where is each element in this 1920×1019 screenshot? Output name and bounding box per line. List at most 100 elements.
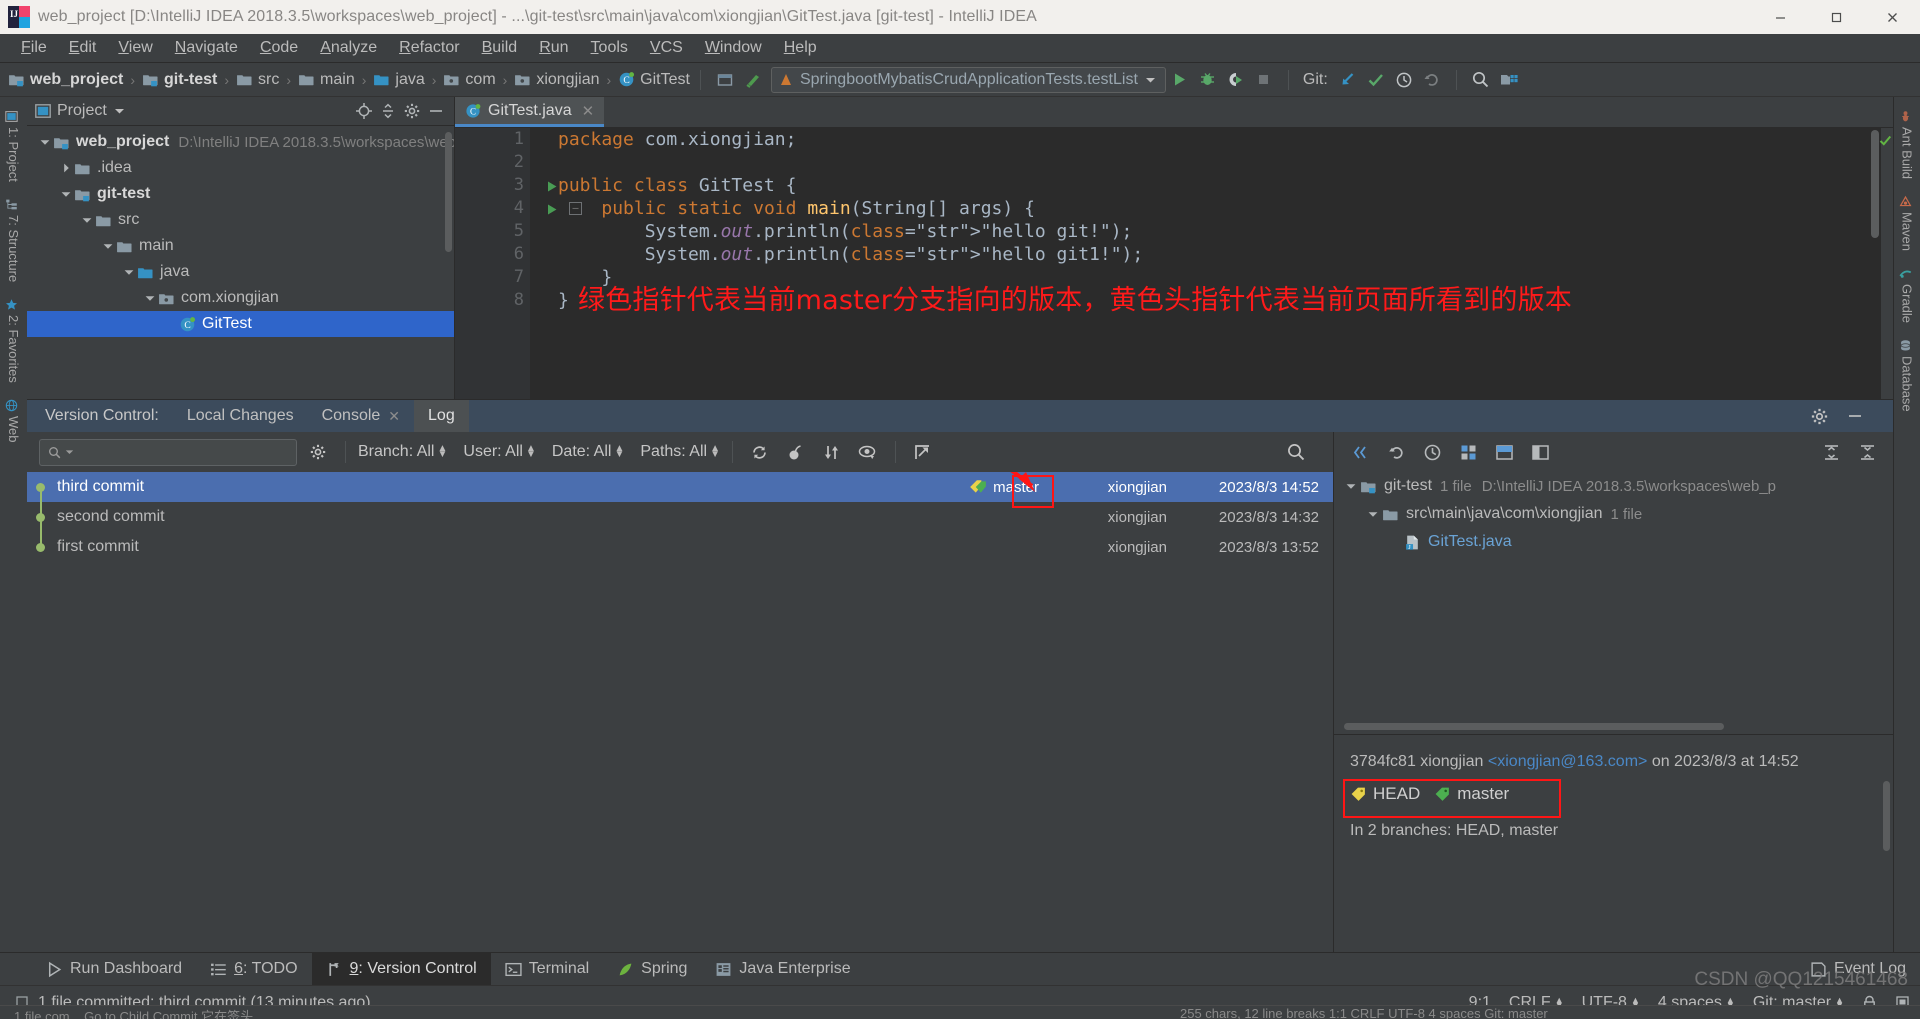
breadcrumb-src[interactable]: src <box>236 71 279 89</box>
project-tree-node[interactable]: src <box>27 207 454 233</box>
chevron-down-icon[interactable] <box>100 243 116 250</box>
commit-row[interactable]: second commit xiongjian 2023/8/3 14:32 <box>27 502 1333 532</box>
tool-window-event-log[interactable]: Event Log <box>1796 953 1920 985</box>
commit-row[interactable]: first commit xiongjian 2023/8/3 13:52 <box>27 532 1333 562</box>
log-filter-settings-button[interactable] <box>303 438 333 466</box>
build-hammer-button[interactable] <box>739 67 767 93</box>
editor-inspection-bar[interactable] <box>1879 128 1893 399</box>
revert-button[interactable] <box>1380 438 1412 466</box>
log-filter-date[interactable]: Date: All ▲ ▼ <box>552 443 625 461</box>
split-horizontal-button[interactable] <box>1488 438 1520 466</box>
breadcrumb-java[interactable]: java <box>373 71 425 89</box>
close-icon[interactable]: ✕ <box>388 408 400 425</box>
menu-item-view[interactable]: View <box>107 36 163 60</box>
close-button[interactable] <box>1864 0 1920 34</box>
gutter-line[interactable]: 6 <box>455 243 530 266</box>
changed-file-node[interactable]: src\main\java\com\xiongjian 1 file <box>1334 500 1893 528</box>
project-tree-node[interactable]: web_project D:\IntelliJ IDEA 2018.3.5\wor… <box>27 129 454 155</box>
menu-item-navigate[interactable]: Navigate <box>164 36 249 60</box>
show-details-button[interactable] <box>853 438 883 466</box>
branch-tag-icon[interactable] <box>969 478 987 496</box>
changed-files-tree[interactable]: git-test 1 file D:\IntelliJ IDEA 2018.3.5\… <box>1334 472 1893 734</box>
stop-button[interactable] <box>1250 67 1278 93</box>
vcs-tab-log[interactable]: Log <box>414 400 469 432</box>
open-in-editor-button[interactable] <box>908 438 938 466</box>
breadcrumb-xiongjian[interactable]: xiongjian <box>514 71 599 89</box>
gutter-line[interactable]: 3 <box>455 174 557 197</box>
project-tree-node[interactable]: C GitTest <box>27 311 454 337</box>
tool-window-terminal[interactable]: Terminal <box>491 953 603 985</box>
chevron-down-icon[interactable] <box>58 191 74 198</box>
code-content[interactable]: package com.xiongjian; public class GitT… <box>530 128 1881 399</box>
refresh-log-button[interactable] <box>745 438 775 466</box>
tool-strip-maven[interactable]: Maven <box>1895 188 1920 258</box>
tool-strip-2-favorites[interactable]: 2: Favorites <box>1 291 26 390</box>
menu-item-edit[interactable]: Edit <box>58 36 108 60</box>
restore-layout-button[interactable] <box>711 67 739 93</box>
project-tree[interactable]: web_project D:\IntelliJ IDEA 2018.3.5\wor… <box>27 126 454 399</box>
breadcrumb-gittest[interactable]: C GitTest <box>618 71 690 89</box>
commit-email[interactable]: <xiongjian@163.com> <box>1488 753 1647 770</box>
tool-window-6-todo[interactable]: 6: TODO <box>196 953 311 985</box>
gutter-line[interactable]: 5 <box>455 220 530 243</box>
editor-scrollbar[interactable] <box>1871 130 1879 238</box>
gutter-line[interactable]: 7 <box>455 266 530 289</box>
tool-strip-database[interactable]: Database <box>1895 332 1920 419</box>
git-commit-button[interactable] <box>1362 67 1390 93</box>
code-line[interactable] <box>558 151 1881 174</box>
close-icon[interactable]: ✕ <box>582 102 595 120</box>
code-line[interactable]: package com.xiongjian; <box>558 128 1881 151</box>
project-tree-node[interactable]: java <box>27 259 454 285</box>
minimize-button[interactable] <box>1752 0 1808 34</box>
gutter-line[interactable]: 2 <box>455 151 530 174</box>
vcs-tab-console[interactable]: Console ✕ <box>308 400 414 432</box>
maximize-button[interactable] <box>1808 0 1864 34</box>
code-line[interactable]: System.out.println(class="str">"hello gi… <box>558 243 1881 266</box>
log-filter-user[interactable]: User: All ▲ ▼ <box>463 443 535 461</box>
log-search-input[interactable] <box>39 438 297 466</box>
log-filter-branch[interactable]: Branch: All ▲ ▼ <box>358 443 447 461</box>
changed-files-hscrollbar[interactable] <box>1344 723 1724 730</box>
chevron-down-icon[interactable] <box>142 295 158 302</box>
code-editor[interactable]: 1 2 3 4–5 6 7 8 package com.xiongjian; public … <box>455 128 1893 399</box>
chevron-down-icon[interactable] <box>1364 505 1382 523</box>
code-line[interactable]: System.out.println(class="str">"hello gi… <box>558 220 1881 243</box>
breadcrumb-com[interactable]: com <box>443 71 496 89</box>
settings-gear-button[interactable] <box>400 99 424 123</box>
file-history-button[interactable] <box>1416 438 1448 466</box>
gutter-line[interactable]: 8 <box>455 289 530 312</box>
project-structure-button[interactable] <box>1495 67 1523 93</box>
code-line[interactable]: public static void main(String[] args) { <box>558 197 1881 220</box>
collapse-diff-button[interactable] <box>1344 438 1376 466</box>
editor-tab-gittest[interactable]: C GitTest.java ✕ <box>455 97 605 127</box>
tool-window-9-version-control[interactable]: 9: Version Control <box>311 953 491 985</box>
tool-strip-ant-build[interactable]: Ant Build <box>1895 103 1920 186</box>
collapse-all-detail-button[interactable] <box>1851 438 1883 466</box>
menu-item-help[interactable]: Help <box>773 36 828 60</box>
tool-strip-7-structure[interactable]: 7: Structure <box>1 191 26 289</box>
run-configuration-selector[interactable]: SpringbootMybatisCrudApplicationTests.te… <box>770 66 1166 93</box>
locate-file-button[interactable] <box>352 99 376 123</box>
menu-item-tools[interactable]: Tools <box>580 36 639 60</box>
gutter-line[interactable]: 4– <box>455 197 582 220</box>
group-by-directory-button[interactable] <box>1452 438 1484 466</box>
editor-gutter[interactable]: 1 2 3 4–5 6 7 8 <box>455 128 582 399</box>
chevron-down-icon[interactable] <box>121 269 137 276</box>
split-vertical-button[interactable] <box>1524 438 1556 466</box>
project-tree-node[interactable]: main <box>27 233 454 259</box>
hide-panel-button[interactable] <box>424 99 448 123</box>
menu-item-run[interactable]: Run <box>528 36 579 60</box>
chevron-right-icon[interactable] <box>58 163 74 173</box>
menu-item-code[interactable]: Code <box>249 36 309 60</box>
project-tree-node[interactable]: git-test <box>27 181 454 207</box>
git-update-project-button[interactable] <box>1334 67 1362 93</box>
breadcrumb-git-test[interactable]: git-test <box>142 71 217 89</box>
tool-strip-1-project[interactable]: 1: Project <box>1 103 26 189</box>
vcs-settings-button[interactable] <box>1807 404 1831 428</box>
chevron-down-icon[interactable] <box>37 139 53 146</box>
project-tree-scrollbar[interactable] <box>445 132 452 252</box>
debug-button[interactable] <box>1194 67 1222 93</box>
search-everywhere-button[interactable] <box>1467 67 1495 93</box>
menu-item-build[interactable]: Build <box>471 36 529 60</box>
commit-info-scrollbar[interactable] <box>1883 781 1890 851</box>
